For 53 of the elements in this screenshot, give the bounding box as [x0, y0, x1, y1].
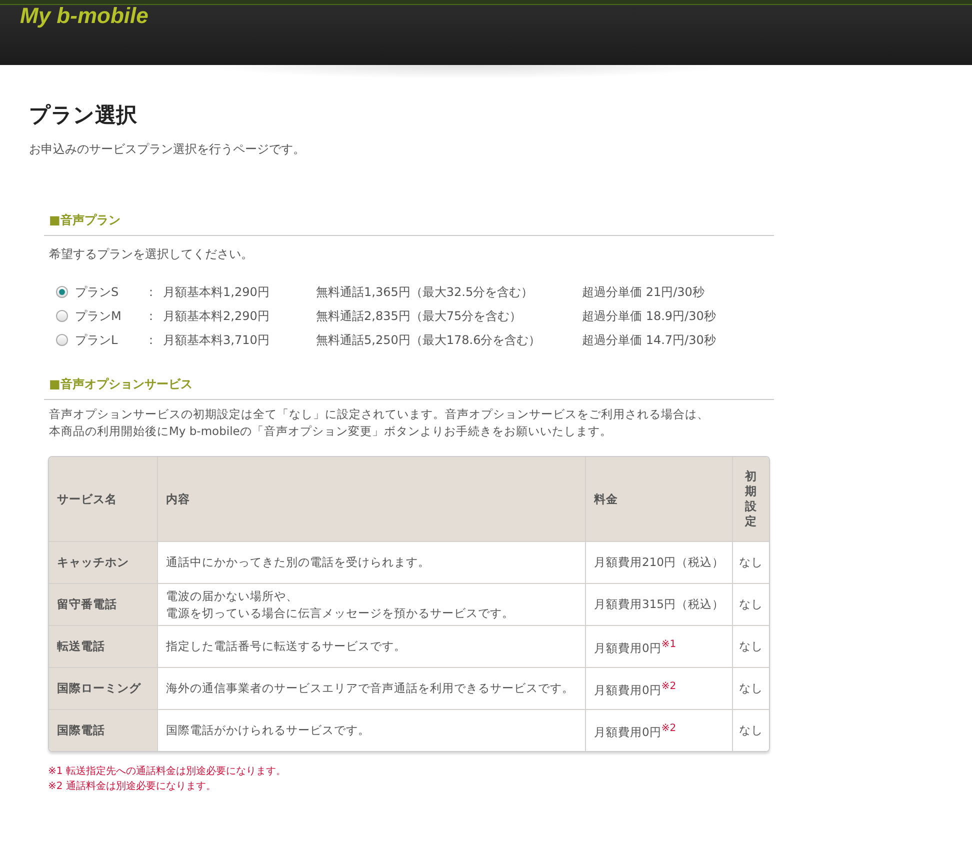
table-cell: なし: [732, 542, 769, 584]
free-calls: 無料通話1,365円（最大32.5分を含む）: [316, 284, 534, 300]
plan-name: プランS: [75, 284, 120, 300]
separator: ：: [145, 308, 158, 324]
row-header: 国際電話: [49, 710, 158, 751]
table-cell: 国際電話がかけられるサービスです。: [158, 710, 586, 751]
page-title: プラン選択: [29, 102, 138, 129]
overage-rate: 超過分単価 21円/30秒: [582, 284, 704, 300]
column-header: サービス名: [49, 457, 158, 542]
section-heading: ■音声オプションサービス: [44, 376, 774, 400]
instruction-text: 希望するプランを選択してください。: [49, 246, 254, 263]
plan-name: プランM: [75, 308, 122, 324]
cell-text: 電波の届かない場所や、: [166, 588, 299, 604]
table-cell: 月額費用0円$^{※2}$: [586, 710, 732, 751]
table-cell: 月額費用0円$^{※1}$: [586, 626, 732, 668]
free-calls: 無料通話5,250円（最大178.6分を含む）: [316, 332, 542, 348]
free-calls: 無料通話2,835円（最大75分を含む）: [316, 308, 523, 324]
description-text: 音声オプションサービスの初期設定は全て「なし」に設定されています。音声オプションサービスをご利用される場合は、: [49, 406, 710, 423]
row-header: 留守番電話: [49, 584, 158, 626]
base-fee: 月額基本料2,290円: [163, 308, 270, 324]
table-cell: なし: [732, 668, 769, 710]
footnote: ※2 通話料金は別途必要になります。: [48, 780, 217, 794]
table-cell: 月額費用0円$^{※2}$: [586, 668, 732, 710]
section-heading: ■音声プラン: [44, 212, 774, 236]
table-cell: 通話中にかかってきた別の電話を受けられます。: [158, 542, 586, 584]
row-header: キャッチホン: [49, 542, 158, 584]
table-cell: なし: [732, 626, 769, 668]
plan-name: プランL: [75, 332, 119, 348]
base-fee: 月額基本料1,290円: [163, 284, 270, 300]
radio-button[interactable]: [56, 310, 68, 322]
table-cell: 海外の通信事業者のサービスエリアで音声通話を利用できるサービスです。: [158, 668, 586, 710]
overage-rate: 超過分単価 14.7円/30秒: [582, 332, 716, 348]
row-header: 国際ローミング: [49, 668, 158, 710]
table-cell: 月額費用315円（税込）: [586, 584, 732, 626]
table-cell: 指定した電話番号に転送するサービスです。: [158, 626, 586, 668]
row-header: 転送電話: [49, 626, 158, 668]
radio-button[interactable]: [56, 334, 68, 346]
overage-rate: 超過分単価 18.9円/30秒: [582, 308, 716, 324]
separator: ：: [145, 284, 158, 300]
radio-button[interactable]: [56, 286, 68, 298]
cell-text: 電源を切っている場合に伝言メッセージを預かるサービスです。: [166, 604, 515, 622]
page-subtitle: お申込みのサービスプラン選択を行うページです。: [29, 141, 306, 158]
column-header: 初期設定: [732, 457, 769, 542]
logo[interactable]: My b-mobile: [20, 3, 148, 29]
table-cell: 月額費用210円（税込）: [586, 542, 732, 584]
description-text: 本商品の利用開始後にMy b-mobileの「音声オプション変更」ボタンよりお手続きをお願いいたします。: [49, 423, 613, 440]
column-header: 料金: [586, 457, 732, 542]
column-header: 内容: [158, 457, 586, 542]
footnote: ※1 転送指定先への通話料金は別途必要になります。: [48, 764, 287, 779]
base-fee: 月額基本料3,710円: [163, 332, 270, 348]
table-cell: なし: [732, 584, 769, 626]
table-cell: なし: [732, 710, 769, 751]
separator: ：: [145, 332, 158, 348]
